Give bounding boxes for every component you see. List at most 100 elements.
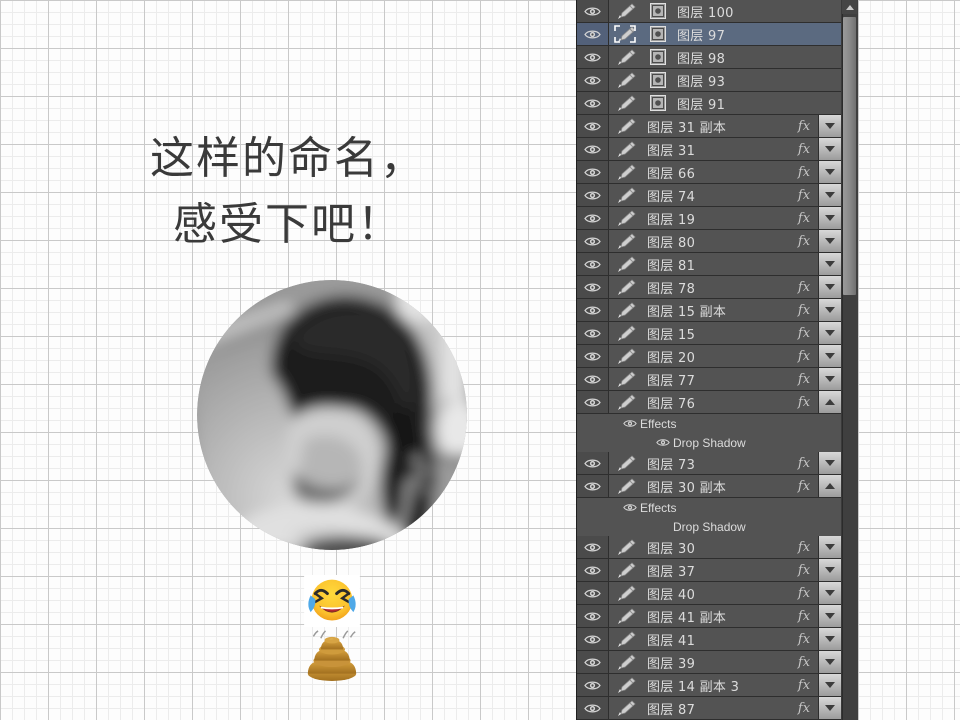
layers-panel[interactable]: 图层 100 fx <box>576 0 960 720</box>
layer-expand-toggle[interactable] <box>818 345 841 367</box>
layer-list[interactable]: 图层 100 fx <box>577 0 841 720</box>
layer-row-7[interactable]: 图层 66 fx <box>577 161 841 184</box>
layer-row-24[interactable]: 图层 41 fx <box>577 628 841 651</box>
layer-row-10[interactable]: 图层 80 fx <box>577 230 841 253</box>
layer-row-18[interactable]: 图层 73 fx <box>577 452 841 475</box>
layer-row-16[interactable]: 图层 77 fx <box>577 368 841 391</box>
layer-brush-indicator[interactable] <box>609 69 643 91</box>
layer-row-19[interactable]: 图层 30 副本 fx <box>577 475 841 498</box>
layer-fx-badge[interactable]: fx <box>793 161 815 183</box>
layer-visibility-toggle[interactable] <box>577 322 609 344</box>
layer-visibility-toggle[interactable] <box>577 46 609 68</box>
layer-fx-badge[interactable]: fx <box>793 184 815 206</box>
layer-brush-indicator[interactable] <box>609 92 643 114</box>
layer-row-20[interactable]: 图层 30 fx <box>577 536 841 559</box>
layer-row-25[interactable]: 图层 39 fx <box>577 651 841 674</box>
layer-expand-toggle[interactable] <box>818 559 841 581</box>
layer-expand-toggle[interactable] <box>818 276 841 298</box>
layer-brush-indicator[interactable] <box>609 253 643 275</box>
layer-brush-indicator[interactable] <box>609 605 643 627</box>
layer-row-0[interactable]: 图层 100 fx <box>577 0 841 23</box>
layer-expand-toggle[interactable] <box>818 138 841 160</box>
layer-expand-toggle[interactable] <box>818 651 841 673</box>
layer-effect-row-17-0[interactable]: Effects <box>577 414 841 433</box>
layer-visibility-toggle[interactable] <box>577 207 609 229</box>
layer-brush-indicator[interactable] <box>609 276 643 298</box>
layer-brush-indicator[interactable] <box>609 651 643 673</box>
layer-row-12[interactable]: 图层 78 fx <box>577 276 841 299</box>
layer-visibility-toggle[interactable] <box>577 69 609 91</box>
layer-visibility-toggle[interactable] <box>577 391 609 413</box>
layer-fx-badge[interactable]: fx <box>793 276 815 298</box>
layer-visibility-toggle[interactable] <box>577 0 609 22</box>
layer-fx-badge[interactable]: fx <box>793 345 815 367</box>
layer-row-6[interactable]: 图层 31 fx <box>577 138 841 161</box>
layer-row-2[interactable]: 图层 98 fx <box>577 46 841 69</box>
layer-effect-row-19-1[interactable]: Drop Shadow <box>577 517 841 536</box>
layer-expand-toggle[interactable] <box>818 253 841 275</box>
layer-visibility-toggle[interactable] <box>577 536 609 558</box>
layer-visibility-toggle[interactable] <box>577 605 609 627</box>
layer-row-1[interactable]: 图层 97 fx <box>577 23 841 46</box>
effect-visibility-toggle[interactable] <box>620 419 640 428</box>
layer-visibility-toggle[interactable] <box>577 628 609 650</box>
layer-visibility-toggle[interactable] <box>577 253 609 275</box>
layer-visibility-toggle[interactable] <box>577 452 609 474</box>
layer-visibility-toggle[interactable] <box>577 559 609 581</box>
layer-fx-badge[interactable]: fx <box>793 115 815 137</box>
layer-effect-row-17-1[interactable]: Drop Shadow <box>577 433 841 452</box>
layer-visibility-toggle[interactable] <box>577 368 609 390</box>
layer-expand-toggle[interactable] <box>818 628 841 650</box>
layer-expand-toggle[interactable] <box>818 322 841 344</box>
layer-brush-indicator[interactable] <box>609 674 643 696</box>
layer-visibility-toggle[interactable] <box>577 345 609 367</box>
layer-row-22[interactable]: 图层 40 fx <box>577 582 841 605</box>
layer-brush-indicator[interactable] <box>609 299 643 321</box>
layer-visibility-toggle[interactable] <box>577 299 609 321</box>
layer-brush-indicator[interactable] <box>609 0 643 22</box>
layer-visibility-toggle[interactable] <box>577 697 609 719</box>
layer-fx-badge[interactable]: fx <box>793 452 815 474</box>
layer-expand-toggle[interactable] <box>818 207 841 229</box>
layer-fx-badge[interactable]: fx <box>793 230 815 252</box>
layer-brush-indicator[interactable] <box>609 115 643 137</box>
layer-fx-badge[interactable]: fx <box>793 697 815 719</box>
layer-expand-toggle[interactable] <box>818 582 841 604</box>
layer-row-11[interactable]: 图层 81 fx <box>577 253 841 276</box>
layer-row-26[interactable]: 图层 14 副本 3 fx <box>577 674 841 697</box>
layer-brush-indicator[interactable] <box>609 559 643 581</box>
layer-brush-indicator[interactable] <box>609 322 643 344</box>
layer-visibility-toggle[interactable] <box>577 184 609 206</box>
layer-fx-badge[interactable]: fx <box>793 299 815 321</box>
layer-brush-indicator[interactable] <box>609 368 643 390</box>
layer-brush-indicator[interactable] <box>609 582 643 604</box>
layer-row-13[interactable]: 图层 15 副本 fx <box>577 299 841 322</box>
layer-row-15[interactable]: 图层 20 fx <box>577 345 841 368</box>
layer-row-8[interactable]: 图层 74 fx <box>577 184 841 207</box>
layer-fx-badge[interactable]: fx <box>793 475 815 497</box>
layer-expand-toggle[interactable] <box>818 697 841 719</box>
layer-visibility-toggle[interactable] <box>577 161 609 183</box>
layer-expand-toggle[interactable] <box>818 230 841 252</box>
layer-brush-indicator[interactable] <box>609 452 643 474</box>
layer-effect-row-19-0[interactable]: Effects <box>577 498 841 517</box>
layer-expand-toggle[interactable] <box>818 452 841 474</box>
layer-expand-toggle[interactable] <box>818 475 841 497</box>
layer-row-17[interactable]: 图层 76 fx <box>577 391 841 414</box>
layer-expand-toggle[interactable] <box>818 184 841 206</box>
layer-brush-indicator[interactable] <box>609 23 643 45</box>
layer-fx-badge[interactable]: fx <box>793 322 815 344</box>
document-canvas[interactable]: 这样的命名， 感受下吧！ <box>0 0 576 720</box>
layer-fx-badge[interactable]: fx <box>793 628 815 650</box>
layer-expand-toggle[interactable] <box>818 299 841 321</box>
effect-visibility-toggle[interactable] <box>653 438 673 447</box>
scroll-up-button[interactable] <box>842 0 857 14</box>
layer-mask-thumbnail[interactable] <box>643 23 673 45</box>
layer-visibility-toggle[interactable] <box>577 651 609 673</box>
effect-visibility-toggle[interactable] <box>620 503 640 512</box>
layer-row-27[interactable]: 图层 87 fx <box>577 697 841 720</box>
layer-row-14[interactable]: 图层 15 fx <box>577 322 841 345</box>
layer-brush-indicator[interactable] <box>609 230 643 252</box>
layer-row-5[interactable]: 图层 31 副本 fx <box>577 115 841 138</box>
layer-expand-toggle[interactable] <box>818 115 841 137</box>
